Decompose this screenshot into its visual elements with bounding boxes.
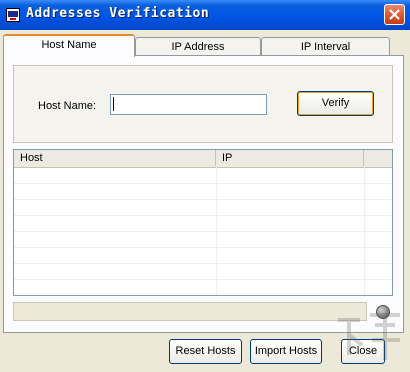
row-divider	[14, 199, 392, 200]
reset-hosts-button[interactable]: Reset Hosts	[169, 339, 242, 364]
row-divider	[14, 231, 392, 232]
tab-ip-interval[interactable]: IP Interval	[261, 37, 390, 57]
row-divider	[14, 263, 392, 264]
host-name-label: Host Name:	[38, 100, 97, 112]
title-bar[interactable]: Addresses Verification	[0, 0, 410, 30]
tab-host-name[interactable]: Host Name	[3, 34, 135, 57]
row-divider	[14, 183, 392, 184]
app-icon	[6, 8, 20, 22]
host-name-input[interactable]	[110, 94, 267, 115]
verify-button[interactable]: Verify	[297, 91, 374, 116]
watermark-logo	[338, 313, 400, 360]
tab-ip-address[interactable]: IP Address	[135, 37, 261, 57]
close-icon	[389, 9, 400, 20]
row-divider	[14, 215, 392, 216]
column-header-extra[interactable]	[364, 150, 392, 166]
row-divider	[14, 279, 392, 280]
import-hosts-button[interactable]: Import Hosts	[250, 339, 322, 364]
hosts-list[interactable]: Host IP	[13, 149, 393, 296]
text-caret	[113, 97, 114, 111]
list-header: Host IP	[14, 150, 392, 168]
close-window-button[interactable]	[384, 4, 405, 25]
window-title: Addresses Verification	[26, 6, 210, 21]
column-header-ip[interactable]: IP	[216, 150, 364, 166]
column-header-host[interactable]: Host	[14, 150, 216, 166]
tab-bar: Host Name IP Address IP Interval	[0, 34, 410, 57]
progress-bar	[13, 302, 367, 321]
row-divider	[14, 247, 392, 248]
